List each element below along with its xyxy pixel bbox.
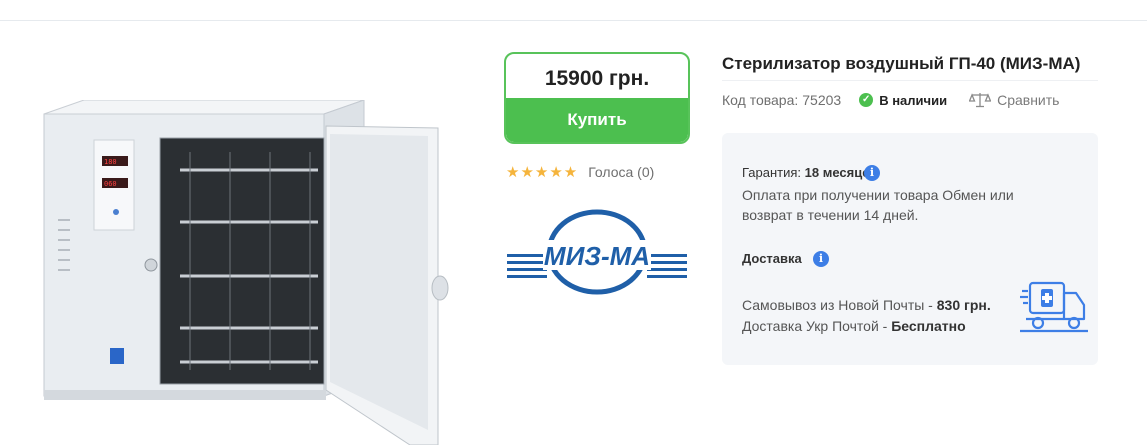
delivery-title: Доставка <box>742 251 802 266</box>
buy-button[interactable]: Купить <box>506 98 688 142</box>
product-image[interactable]: 180 060 <box>30 100 470 445</box>
svg-text:060: 060 <box>104 180 117 188</box>
warranty-info-icon[interactable]: i <box>864 165 880 181</box>
ukrpost-price: Бесплатно <box>891 318 966 334</box>
ukrpost-line: Доставка Укр Почтой - Бесплатно <box>742 316 991 337</box>
warranty-label: Гарантия: <box>742 165 802 180</box>
scales-icon <box>969 93 992 108</box>
info-panel: Гарантия: 18 месяцев i Оплата при получе… <box>722 133 1098 365</box>
brand-logo[interactable]: МИЗ-МА <box>507 204 687 296</box>
product-code-value: 75203 <box>802 92 842 108</box>
pickup-price: 830 грн. <box>936 297 991 313</box>
rating: ★★★★★ Голоса (0) <box>506 163 654 181</box>
delivery-truck-icon <box>1020 281 1088 333</box>
pickup-text: Самовывоз из Новой Почты - <box>742 297 937 313</box>
compare-label: Сравнить <box>997 92 1060 108</box>
product-price: 15900 грн. <box>544 67 650 90</box>
ukrpost-text: Доставка Укр Почтой - <box>742 318 892 334</box>
votes-count: Голоса (0) <box>588 164 655 180</box>
compare-link[interactable]: Сравнить <box>969 92 1059 108</box>
check-icon: ✓ <box>859 93 874 107</box>
svg-text:180: 180 <box>104 158 117 166</box>
delivery-info-icon[interactable]: i <box>813 251 829 267</box>
title-divider <box>722 80 1098 81</box>
stock-label: В наличии <box>879 92 948 108</box>
payment-text: Оплата при получении товара Обмен или во… <box>742 187 1014 223</box>
rating-stars[interactable]: ★★★★★ <box>506 163 578 181</box>
delivery-options: Самовывоз из Новой Почты - 830 грн. Дост… <box>742 295 991 337</box>
pickup-line: Самовывоз из Новой Почты - 830 грн. <box>742 295 991 316</box>
svg-text:МИЗ-МА: МИЗ-МА <box>544 241 650 271</box>
product-meta: Код товара: 75203 ✓ В наличии Сравнить <box>722 92 1059 108</box>
product-code-label: Код товара: <box>722 92 799 108</box>
warranty: Гарантия: 18 месяцев <box>742 165 877 180</box>
product-title: Стерилизатор воздушный ГП-40 (МИЗ-МА) <box>722 54 1081 73</box>
stock-status: ✓ В наличии <box>859 93 947 108</box>
price-box: 15900 грн. Купить <box>504 52 690 144</box>
header-divider <box>0 20 1147 21</box>
